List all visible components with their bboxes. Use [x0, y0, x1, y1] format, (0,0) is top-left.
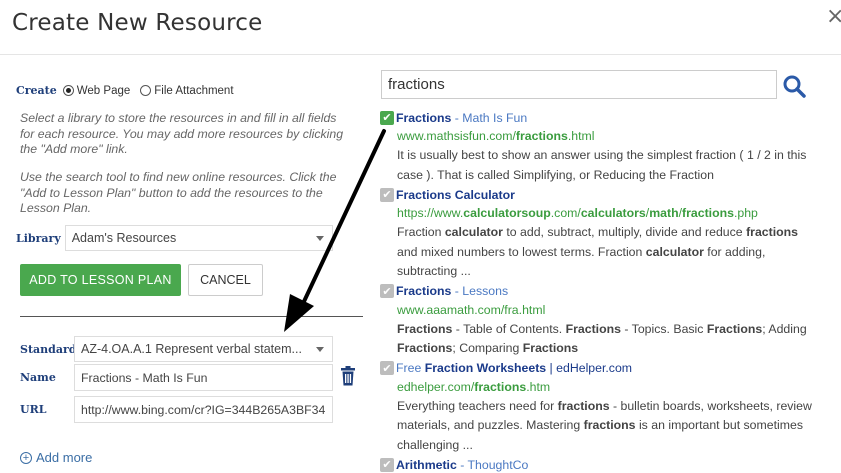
result-title-link[interactable]: Arithmetic - ThoughtCo	[396, 458, 528, 472]
result-item: ✔ Fractions - Math Is Fun www.mathsisfun.c…	[380, 108, 820, 185]
file-attachment-radio[interactable]	[140, 85, 152, 96]
standard-select-value: AZ-4.OA.A.1 Represent verbal statem...	[81, 342, 302, 356]
result-checkbox[interactable]: ✔	[380, 110, 394, 125]
plus-circle-icon: +	[20, 451, 32, 464]
result-item: ✔ Arithmetic - ThoughtCo	[380, 455, 820, 473]
result-url[interactable]: https://www.calculatorsoup.com/calculato…	[380, 204, 820, 223]
library-select-value: Adam's Resources	[71, 231, 177, 245]
result-checkbox[interactable]: ✔	[380, 361, 394, 375]
url-label: URL	[20, 403, 47, 416]
standard-label: Standard	[20, 343, 77, 356]
create-label: Create	[16, 84, 57, 97]
result-title-link[interactable]: Fractions - Math Is Fun	[396, 111, 527, 125]
result-description: Fractions - Table of Contents. Fractions…	[397, 321, 807, 356]
name-field[interactable]	[74, 364, 333, 391]
result-title-row: ✔ Fractions - Math Is Fun	[380, 108, 820, 127]
result-item: ✔ Fractions - Lessons www.aaamath.com/fra.…	[380, 282, 820, 359]
close-icon[interactable]: ×	[826, 4, 841, 29]
help-text-library: Select a library to store the resources …	[20, 111, 344, 157]
result-checkbox[interactable]: ✔	[380, 187, 394, 202]
help-text-search: Use the search tool to find new online r…	[20, 170, 337, 216]
result-title-row: ✔ Fractions Calculator	[380, 185, 820, 204]
add-more-link[interactable]: + Add more	[20, 450, 92, 465]
result-item: ✔ Free Fraction Worksheets | edHelper.com…	[380, 359, 820, 456]
url-field[interactable]	[74, 396, 333, 423]
create-type-row: Create Web Page File Attachment	[16, 84, 244, 97]
trash-icon[interactable]	[340, 366, 356, 386]
result-url[interactable]: edhelper.com/fractions.htm	[380, 378, 820, 397]
cancel-button[interactable]: CANCEL	[188, 264, 263, 296]
web-page-radio[interactable]	[62, 85, 74, 96]
chevron-down-icon	[316, 347, 324, 352]
library-row: Library Adam's Resources	[16, 225, 333, 251]
result-title-link[interactable]: Fractions - Lessons	[396, 284, 508, 298]
search-results-list: ✔ Fractions - Math Is Fun www.mathsisfun.c…	[380, 108, 820, 473]
library-select[interactable]: Adam's Resources	[64, 225, 333, 251]
result-checkbox[interactable]: ✔	[380, 457, 394, 472]
library-label: Library	[16, 231, 61, 245]
chevron-down-icon	[315, 236, 324, 241]
add-to-lesson-plan-button[interactable]: ADD TO LESSON PLAN	[20, 264, 181, 296]
web-page-radio-label[interactable]: Web Page	[77, 85, 131, 97]
search-icon[interactable]	[782, 74, 806, 98]
result-description: Everything teachers need for fractions -…	[397, 398, 812, 452]
standard-select[interactable]: AZ-4.OA.A.1 Represent verbal statem...	[74, 336, 333, 362]
result-item: ✔ Fractions Calculator https://www.calcula…	[380, 185, 820, 282]
result-description: Fraction calculator to add, subtract, mu…	[397, 225, 798, 278]
result-title-link[interactable]: Free Fraction Worksheets | edHelper.com	[396, 361, 632, 375]
section-divider	[20, 316, 363, 317]
file-attachment-radio-label[interactable]: File Attachment	[154, 85, 233, 97]
name-label: Name	[20, 371, 56, 384]
result-url[interactable]: www.mathsisfun.com/fractions.html	[380, 127, 820, 146]
result-checkbox[interactable]: ✔	[380, 284, 394, 298]
search-input[interactable]	[381, 70, 777, 99]
result-title-link[interactable]: Fractions Calculator	[396, 188, 515, 202]
resource-form: Create Web Page File Attachment Select a…	[0, 0, 370, 473]
result-title-row: ✔ Arithmetic - ThoughtCo	[380, 455, 820, 473]
result-title-row: ✔ Free Fraction Worksheets | edHelper.com	[380, 359, 820, 378]
result-description: It is usually best to show an answer usi…	[397, 148, 807, 182]
result-title-row: ✔ Fractions - Lessons	[380, 282, 820, 301]
add-more-label: Add more	[36, 450, 93, 465]
result-url[interactable]: www.aaamath.com/fra.html	[380, 301, 820, 320]
